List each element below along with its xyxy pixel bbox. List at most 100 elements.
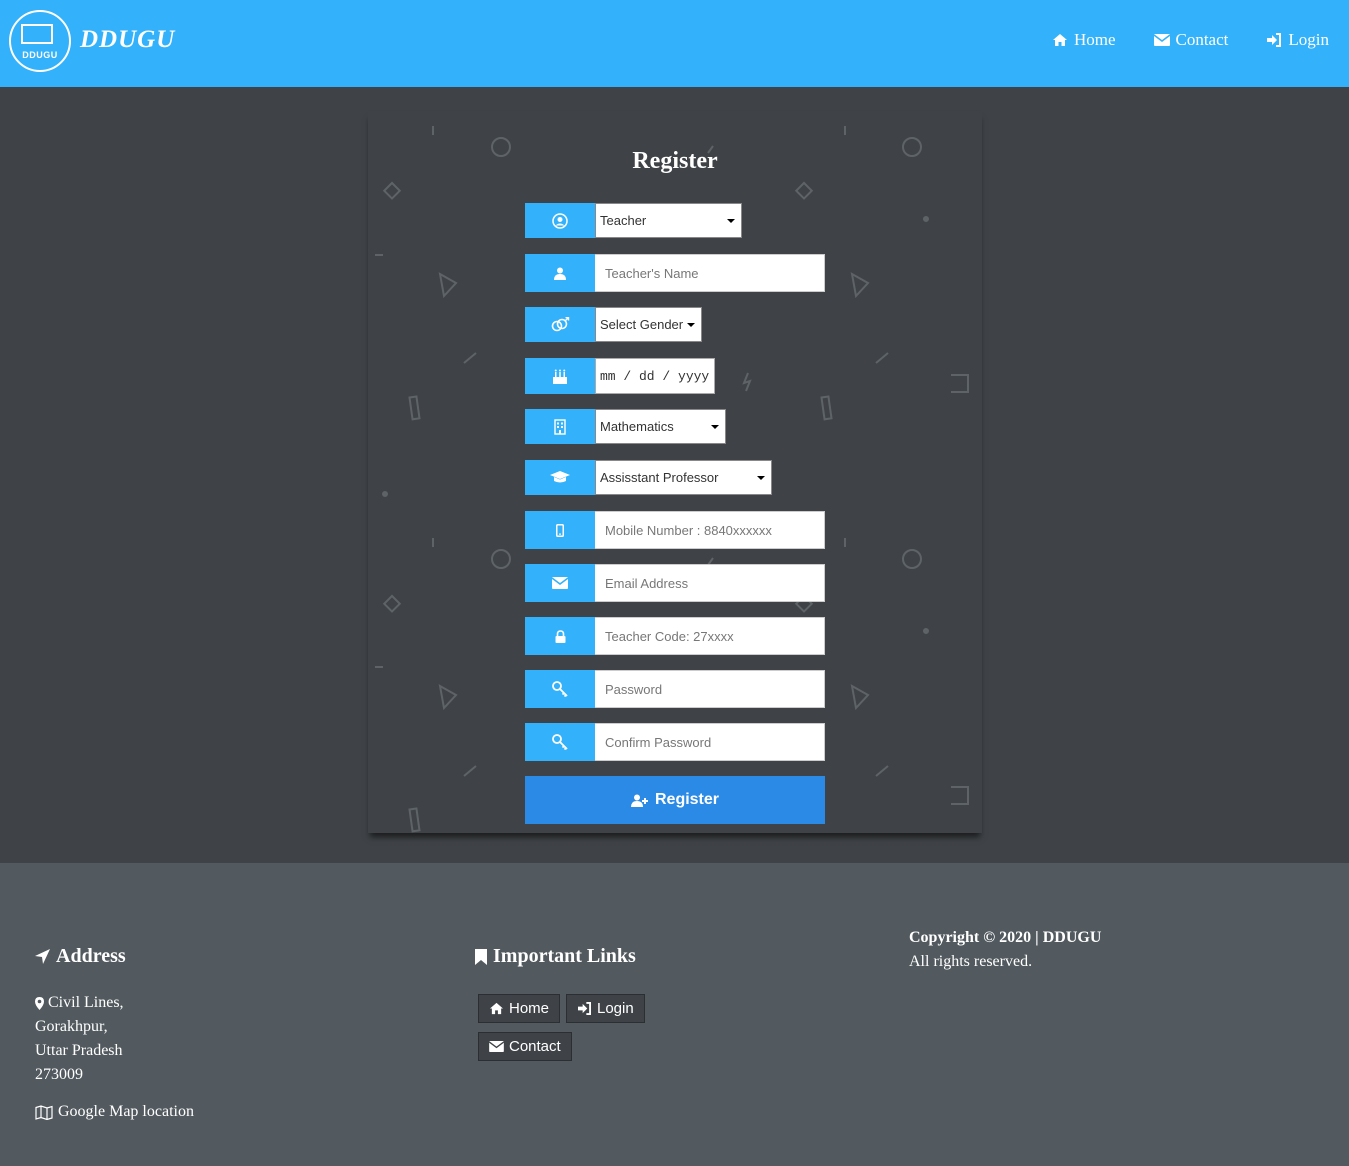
address-heading: Address — [35, 945, 126, 968]
chevron-down-icon — [727, 218, 735, 223]
address-street: Civil Lines, — [48, 994, 124, 1011]
register-title: Register — [632, 148, 718, 174]
address-block: Civil Lines, Gorakhpur, Uttar Pradesh 27… — [35, 991, 124, 1087]
nav-login-link[interactable]: Login — [1266, 30, 1329, 50]
email-row: Email Address — [525, 564, 825, 602]
role-select-value: Teacher — [600, 213, 647, 228]
address-city: Gorakhpur, — [35, 1018, 108, 1035]
nav-login-label: Login — [1288, 30, 1329, 49]
confirm-password-icon-box — [525, 723, 595, 761]
address-line-1: Civil Lines, — [35, 991, 124, 1015]
user-icon — [554, 267, 566, 280]
user-circle-icon — [552, 212, 568, 229]
ddugu-logo[interactable]: DDUGU — [9, 10, 71, 72]
building-icon — [554, 418, 566, 435]
dob-input[interactable]: mm / dd / yyyy — [595, 358, 715, 394]
mobile-number-input[interactable]: Mobile Number : 8840xxxxxx — [595, 511, 825, 549]
nav-home-link[interactable]: Home — [1052, 30, 1116, 50]
password-row: Password — [525, 670, 825, 708]
email-input[interactable]: Email Address — [595, 564, 825, 602]
home-icon — [490, 1002, 503, 1015]
footer-contact-label: Contact — [509, 1038, 561, 1055]
lock-icon — [555, 629, 565, 643]
user-plus-icon — [630, 794, 648, 807]
dob-row: mm / dd / yyyy — [525, 358, 715, 394]
department-row: Mathematics — [525, 409, 726, 444]
teacher-name-input[interactable]: Teacher's Name — [595, 254, 825, 292]
designation-select-value: Assisstant Professor — [600, 470, 719, 485]
copyright-text: Copyright © 2020 | DDUGU — [909, 929, 1102, 946]
footer-login-label: Login — [597, 1000, 634, 1017]
teacher-code-input[interactable]: Teacher Code: 27xxxx — [595, 617, 825, 655]
google-map-link[interactable]: Google Map location — [35, 1103, 194, 1121]
important-links-heading-text: Important Links — [493, 945, 636, 967]
key-icon — [552, 734, 568, 750]
brand-name[interactable]: DDUGU — [80, 26, 175, 54]
chevron-down-icon — [711, 424, 719, 429]
chevron-down-icon — [757, 475, 765, 480]
gender-select[interactable]: Select Gender — [595, 307, 702, 342]
nav-contact-link[interactable]: Contact — [1153, 30, 1229, 50]
footer-home-label: Home — [509, 1000, 550, 1017]
logo-emblem — [21, 24, 53, 44]
nav-contact-label: Contact — [1175, 30, 1229, 49]
designation-row: Assisstant Professor — [525, 460, 772, 495]
designation-icon-box — [525, 460, 595, 495]
map-marker-icon — [35, 996, 44, 1010]
department-select[interactable]: Mathematics — [595, 409, 726, 444]
confirm-password-row: Confirm Password — [525, 723, 825, 761]
rights-text: All rights reserved. — [909, 953, 1033, 970]
top-navbar: DDUGU DDUGU Home Contact Login — [0, 0, 1349, 87]
location-arrow-icon — [35, 949, 50, 964]
register-button[interactable]: Register — [525, 776, 825, 824]
footer: Address Civil Lines, Gorakhpur, Uttar Pr… — [0, 863, 1349, 1166]
confirm-password-input[interactable]: Confirm Password — [595, 723, 825, 761]
password-icon-box — [525, 670, 595, 708]
role-select[interactable]: Teacher — [595, 203, 742, 238]
logo-text: DDUGU — [22, 50, 58, 60]
gender-select-value: Select Gender — [600, 317, 684, 332]
teacher-code-icon-box — [525, 617, 595, 655]
department-icon-box — [525, 409, 595, 444]
department-select-value: Mathematics — [600, 419, 674, 434]
address-heading-text: Address — [56, 945, 126, 967]
sign-in-icon — [578, 1002, 591, 1015]
dob-icon-box — [525, 358, 595, 394]
email-icon-box — [525, 564, 595, 602]
nav-links: Home Contact Login — [1052, 30, 1329, 50]
mobile-icon-box — [525, 511, 595, 549]
gender-icon-box — [525, 307, 595, 342]
bookmark-icon — [475, 948, 487, 965]
address-state: Uttar Pradesh — [35, 1042, 123, 1059]
address-pincode: 273009 — [35, 1066, 83, 1083]
designation-select[interactable]: Assisstant Professor — [595, 460, 772, 495]
main-section: Register Teacher Teacher's Name Select G… — [0, 87, 1349, 863]
envelope-icon — [1153, 34, 1170, 46]
graduation-cap-icon — [550, 471, 570, 483]
map-icon — [35, 1104, 53, 1120]
copyright-block: Copyright © 2020 | DDUGU All rights rese… — [909, 926, 1101, 974]
important-links-heading: Important Links — [475, 945, 636, 968]
footer-contact-button[interactable]: Contact — [478, 1032, 572, 1061]
google-map-label: Google Map location — [58, 1103, 194, 1120]
password-input[interactable]: Password — [595, 670, 825, 708]
genderless-icon — [551, 316, 570, 331]
role-row: Teacher — [525, 203, 742, 238]
register-button-label: Register — [654, 791, 720, 808]
register-card: Register Teacher Teacher's Name Select G… — [368, 111, 982, 833]
name-row: Teacher's Name — [525, 254, 825, 292]
mobile-icon — [556, 523, 564, 537]
chevron-down-icon — [687, 322, 695, 327]
footer-home-button[interactable]: Home — [478, 994, 561, 1023]
home-icon — [1052, 34, 1067, 46]
envelope-icon — [489, 1041, 504, 1052]
name-icon-box — [525, 254, 595, 292]
nav-home-label: Home — [1073, 30, 1116, 49]
sign-in-icon — [1267, 33, 1282, 47]
teacher-code-row: Teacher Code: 27xxxx — [525, 617, 825, 655]
envelope-icon — [552, 577, 568, 589]
mobile-row: Mobile Number : 8840xxxxxx — [525, 511, 825, 549]
role-icon-box — [525, 203, 595, 238]
gender-row: Select Gender — [525, 307, 702, 342]
footer-login-button[interactable]: Login — [566, 994, 645, 1023]
